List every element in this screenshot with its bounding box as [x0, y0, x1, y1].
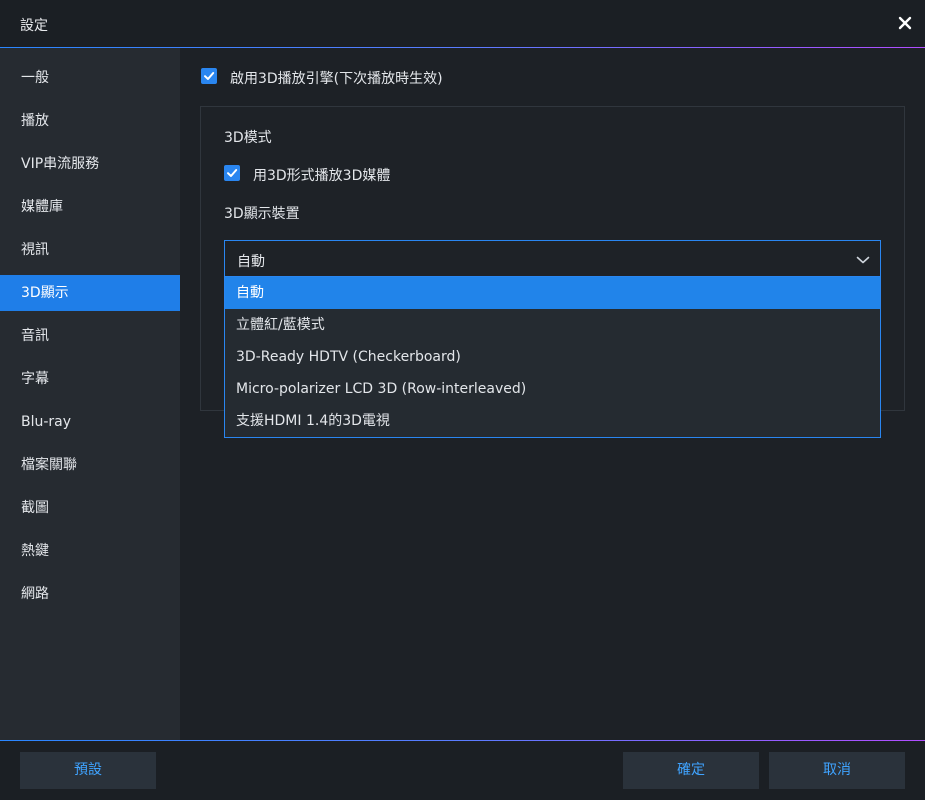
chevron-down-icon — [856, 253, 870, 269]
sidebar-item-file-association[interactable]: 檔案關聯 — [0, 447, 180, 483]
default-button[interactable]: 預設 — [20, 752, 156, 789]
sidebar-item-general[interactable]: 一般 — [0, 60, 180, 96]
dropdown-option[interactable]: 自動 — [225, 277, 880, 309]
sidebar-item-playback[interactable]: 播放 — [0, 103, 180, 139]
sidebar-item-bluray[interactable]: Blu-ray — [0, 404, 180, 440]
3d-device-heading: 3D顯示裝置 — [224, 206, 300, 222]
cancel-button[interactable]: 取消 — [769, 752, 905, 789]
sidebar-item-vip-streaming[interactable]: VIP串流服務 — [0, 146, 180, 182]
play-3d-label: 用3D形式播放3D媒體 — [253, 168, 391, 184]
play-3d-checkbox[interactable] — [224, 165, 240, 181]
3d-device-select[interactable]: 自動 — [224, 240, 881, 277]
ok-button[interactable]: 確定 — [623, 752, 759, 789]
sidebar-item-screenshot[interactable]: 截圖 — [0, 490, 180, 526]
sidebar-item-network[interactable]: 網路 — [0, 576, 180, 612]
title-bar: 設定 — [0, 0, 925, 47]
dropdown-option[interactable]: 支援HDMI 1.4的3D電視 — [225, 405, 880, 437]
sidebar-item-video[interactable]: 視訊 — [0, 232, 180, 268]
sidebar-item-audio[interactable]: 音訊 — [0, 318, 180, 354]
window-title: 設定 — [20, 18, 48, 34]
sidebar-item-3d-display[interactable]: 3D顯示 — [0, 275, 180, 311]
sidebar: 一般 播放 VIP串流服務 媒體庫 視訊 3D顯示 音訊 字幕 Blu-ray … — [0, 48, 180, 740]
dropdown-option[interactable]: 立體紅/藍模式 — [225, 309, 880, 341]
3d-device-select-value: 自動 — [237, 254, 265, 270]
sidebar-item-hotkeys[interactable]: 熱鍵 — [0, 533, 180, 569]
dropdown-option[interactable]: Micro-polarizer LCD 3D (Row-interleaved) — [225, 373, 880, 405]
enable-3d-checkbox[interactable] — [201, 68, 217, 84]
dropdown-option[interactable]: 3D-Ready HDTV (Checkerboard) — [225, 341, 880, 373]
sidebar-item-subtitles[interactable]: 字幕 — [0, 361, 180, 397]
3d-mode-heading: 3D模式 — [224, 130, 272, 146]
3d-device-dropdown: 自動 立體紅/藍模式 3D-Ready HDTV (Checkerboard) … — [224, 276, 881, 438]
enable-3d-label: 啟用3D播放引擎(下次播放時生效) — [230, 71, 443, 87]
sidebar-item-media-library[interactable]: 媒體庫 — [0, 189, 180, 225]
close-icon[interactable] — [896, 14, 914, 32]
